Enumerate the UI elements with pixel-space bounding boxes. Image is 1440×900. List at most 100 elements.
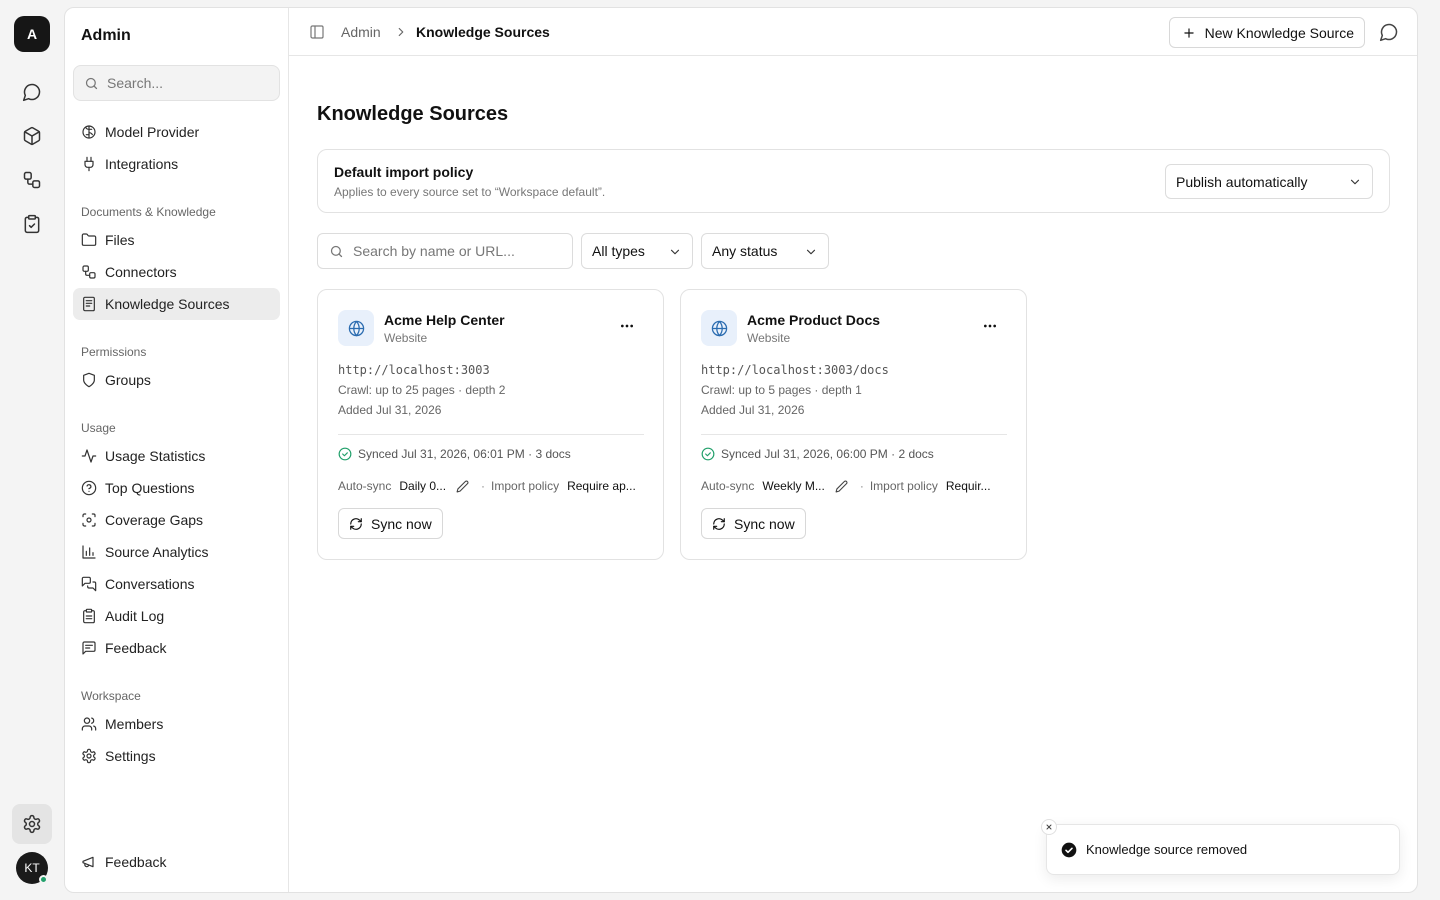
search-icon bbox=[329, 244, 344, 259]
source-search-input[interactable]: Search by name or URL... bbox=[317, 233, 573, 269]
sidebar-item-label: Coverage Gaps bbox=[105, 512, 204, 528]
scan-icon bbox=[81, 512, 97, 528]
more-options-icon[interactable] bbox=[982, 318, 998, 334]
brain-icon bbox=[81, 124, 97, 140]
policy-select[interactable]: Publish automatically bbox=[1165, 164, 1373, 199]
sidebar-item-feedback[interactable]: Feedback bbox=[73, 632, 280, 664]
breadcrumb-admin[interactable]: Admin bbox=[341, 24, 381, 40]
sidebar-item-members[interactable]: Members bbox=[73, 708, 280, 740]
sidebar-item-label: Conversations bbox=[105, 576, 195, 592]
sidebar-item-conversations[interactable]: Conversations bbox=[73, 568, 280, 600]
sync-now-button[interactable]: Sync now bbox=[701, 508, 806, 539]
status-filter-select[interactable]: Any status bbox=[701, 233, 829, 269]
cube-icon[interactable] bbox=[20, 124, 44, 148]
type-filter-value: All types bbox=[592, 243, 645, 259]
pencil-icon[interactable] bbox=[835, 480, 848, 493]
sidebar-item-feedback-bottom[interactable]: Feedback bbox=[73, 846, 280, 878]
globe-icon bbox=[701, 310, 737, 346]
sidebar-item-label: Connectors bbox=[105, 264, 177, 280]
sidebar-item-connectors[interactable]: Connectors bbox=[73, 256, 280, 288]
search-icon bbox=[84, 76, 99, 91]
page-header: Admin Knowledge Sources New Knowledge So… bbox=[289, 8, 1417, 56]
sidebar-section-documents: Documents & Knowledge bbox=[81, 205, 216, 219]
source-settings-row: Auto-sync Weekly M... · Import policy Re… bbox=[701, 479, 1007, 493]
sidebar-item-label: Members bbox=[105, 716, 164, 732]
sidebar-item-files[interactable]: Files bbox=[73, 224, 280, 256]
sidebar-item-groups[interactable]: Groups bbox=[73, 364, 280, 396]
sidebar-item-label: Files bbox=[105, 232, 135, 248]
user-avatar[interactable]: KT bbox=[16, 852, 48, 884]
sidebar-item-settings[interactable]: Settings bbox=[73, 740, 280, 772]
sidebar-toggle-icon[interactable] bbox=[309, 24, 325, 40]
app-rail: A KT bbox=[0, 0, 64, 900]
sidebar-search-placeholder: Search... bbox=[107, 75, 164, 91]
plus-icon bbox=[1182, 26, 1196, 40]
import-policy-label: Import policy bbox=[491, 479, 560, 493]
sidebar-item-label: Source Analytics bbox=[105, 544, 209, 560]
shield-icon bbox=[81, 372, 97, 388]
check-circle-icon bbox=[338, 447, 352, 461]
sidebar-item-source-analytics[interactable]: Source Analytics bbox=[73, 536, 280, 568]
sidebar-item-label: Top Questions bbox=[105, 480, 195, 496]
clipboard-icon bbox=[81, 608, 97, 624]
import-policy-value[interactable]: Requir... bbox=[946, 479, 991, 493]
sidebar-item-label: Feedback bbox=[105, 854, 167, 870]
sync-now-button[interactable]: Sync now bbox=[338, 508, 443, 539]
card-divider bbox=[701, 434, 1007, 435]
toast-message: Knowledge source removed bbox=[1086, 842, 1248, 857]
message-icon bbox=[81, 640, 97, 656]
workflow-icon[interactable] bbox=[20, 168, 44, 192]
chat-bubble-icon[interactable] bbox=[1379, 22, 1399, 42]
new-knowledge-source-button[interactable]: New Knowledge Source bbox=[1168, 17, 1365, 48]
sidebar-item-audit-log[interactable]: Audit Log bbox=[73, 600, 280, 632]
sidebar-item-label: Audit Log bbox=[105, 608, 165, 624]
document-icon bbox=[81, 296, 97, 312]
sidebar-item-usage-statistics[interactable]: Usage Statistics bbox=[73, 440, 280, 472]
sidebar-section-usage: Usage bbox=[81, 421, 116, 435]
source-url: http://localhost:3003/docs bbox=[701, 363, 889, 377]
meta-separator: · bbox=[481, 479, 486, 493]
chat-icon[interactable] bbox=[20, 80, 44, 104]
check-circle-filled-icon bbox=[1061, 842, 1077, 858]
chevron-down-icon bbox=[804, 245, 818, 259]
megaphone-icon bbox=[81, 854, 97, 870]
more-options-icon[interactable] bbox=[619, 318, 635, 334]
autosync-value: Daily 0... bbox=[399, 479, 447, 493]
connector-icon bbox=[81, 264, 97, 280]
knowledge-source-card: Acme Help Center Website http://localhos… bbox=[317, 289, 664, 560]
refresh-icon bbox=[349, 517, 363, 531]
admin-settings-gear-icon[interactable] bbox=[12, 804, 52, 844]
source-crawl-settings: Crawl: up to 25 pages · depth 2 bbox=[338, 383, 506, 397]
sidebar-item-label: Feedback bbox=[105, 640, 167, 656]
type-filter-select[interactable]: All types bbox=[581, 233, 693, 269]
clipboard-check-icon[interactable] bbox=[20, 212, 44, 236]
sync-status-text: Synced Jul 31, 2026, 06:00 PM · 2 docs bbox=[721, 447, 934, 461]
autosync-label: Auto-sync bbox=[701, 479, 755, 493]
sidebar-item-knowledge-sources[interactable]: Knowledge Sources bbox=[73, 288, 280, 320]
chevron-down-icon bbox=[1348, 175, 1362, 189]
source-url: http://localhost:3003 bbox=[338, 363, 490, 377]
sidebar-item-label: Usage Statistics bbox=[105, 448, 206, 464]
policy-title: Default import policy bbox=[334, 164, 474, 180]
globe-icon bbox=[338, 310, 374, 346]
source-crawl-settings: Crawl: up to 5 pages · depth 1 bbox=[701, 383, 862, 397]
knowledge-source-card: Acme Product Docs Website http://localho… bbox=[680, 289, 1027, 560]
toast-close-icon[interactable] bbox=[1041, 819, 1057, 835]
folder-icon bbox=[81, 232, 97, 248]
sidebar-item-top-questions[interactable]: Top Questions bbox=[73, 472, 280, 504]
sidebar-search-input[interactable]: Search... bbox=[73, 65, 280, 101]
sidebar-item-label: Settings bbox=[105, 748, 156, 764]
pencil-icon[interactable] bbox=[456, 480, 469, 493]
sidebar-item-model-provider[interactable]: Model Provider bbox=[73, 116, 280, 148]
plug-icon bbox=[81, 156, 97, 172]
sidebar-item-integrations[interactable]: Integrations bbox=[73, 148, 280, 180]
refresh-icon bbox=[712, 517, 726, 531]
policy-select-value: Publish automatically bbox=[1176, 173, 1308, 190]
users-icon bbox=[81, 716, 97, 732]
workspace-logo[interactable]: A bbox=[14, 16, 50, 52]
check-circle-icon bbox=[701, 447, 715, 461]
sidebar-item-coverage-gaps[interactable]: Coverage Gaps bbox=[73, 504, 280, 536]
import-policy-value[interactable]: Require ap... bbox=[567, 479, 636, 493]
chevron-right-icon bbox=[394, 25, 408, 39]
activity-icon bbox=[81, 448, 97, 464]
